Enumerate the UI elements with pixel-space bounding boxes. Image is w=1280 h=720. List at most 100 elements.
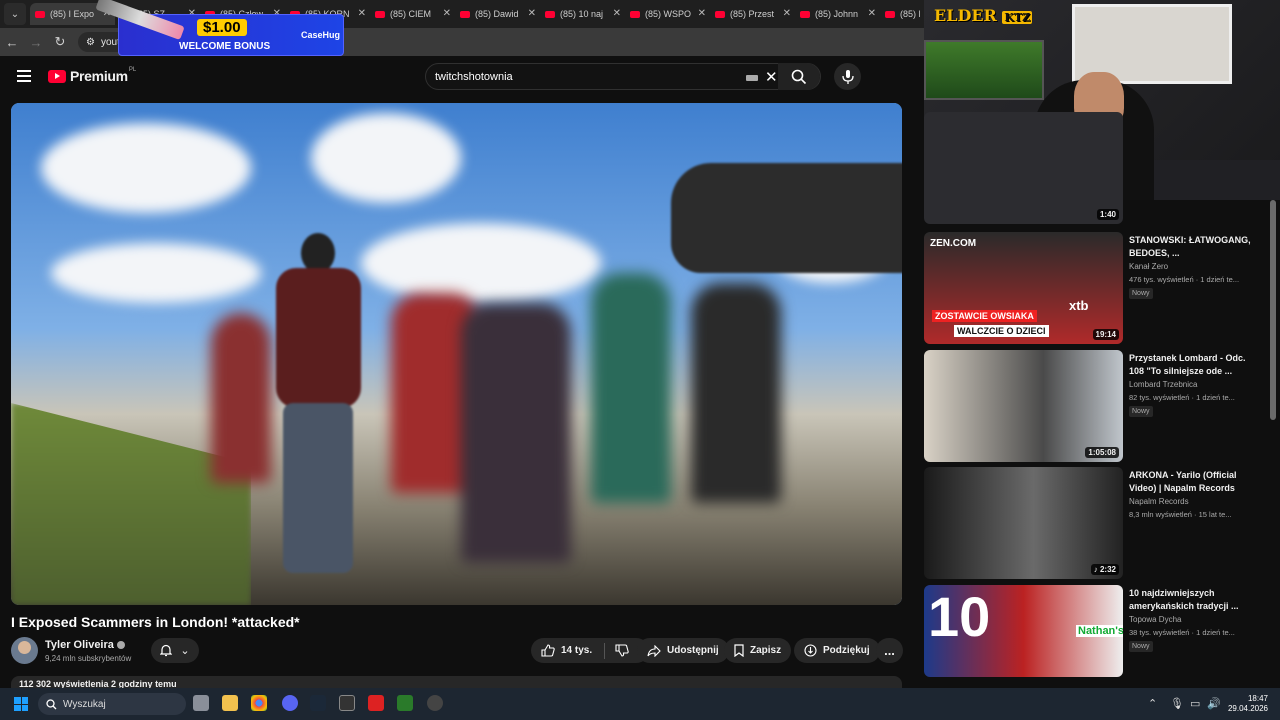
youtube-logo[interactable]: Premium PL: [48, 67, 136, 84]
video-thumbnail[interactable]: ZEN.COM xtb ZOSTAWCIE OWSIAKA WALCZCIE O…: [924, 232, 1123, 344]
video-thumbnail[interactable]: 1:05:08: [924, 350, 1123, 462]
clear-search-icon[interactable]: ✕: [765, 68, 778, 86]
channel-name[interactable]: Tyler Oliveira: [45, 639, 125, 651]
save-button[interactable]: Zapisz: [724, 638, 792, 663]
system-clock[interactable]: 18:47 29.04.2026: [1226, 694, 1268, 714]
voice-search-button[interactable]: [834, 63, 861, 90]
mic-icon[interactable]: 🎙: [1170, 697, 1184, 710]
thumbs-down-icon[interactable]: [615, 644, 629, 657]
notifications-button[interactable]: ⌄: [151, 638, 199, 663]
more-actions-button[interactable]: ...: [876, 638, 903, 663]
search-box[interactable]: twitchshotownia ✕: [425, 63, 821, 90]
recommendation-channel[interactable]: Napalm Records: [1129, 497, 1189, 506]
logo-text: ELDER: [934, 6, 997, 25]
main-subject: [261, 233, 371, 603]
like-button[interactable]: 14 tys.: [541, 644, 592, 657]
close-tab-icon[interactable]: ✕: [613, 8, 621, 19]
stream-ad-overlay: $1.00 WELCOME BONUS CaseHug: [95, 0, 344, 56]
chevron-up-icon[interactable]: ⌃: [1148, 697, 1157, 710]
video-player[interactable]: [11, 103, 902, 605]
tab-search-button[interactable]: ⌄: [4, 3, 26, 25]
display-icon[interactable]: ▭: [1190, 697, 1200, 710]
video-thumbnail[interactable]: 1:40: [924, 112, 1123, 224]
search-icon: [46, 698, 57, 709]
reload-icon[interactable]: ↻: [48, 34, 72, 50]
recommendation-meta: 38 tys. wyświetleń · 1 dzień te...: [1129, 628, 1235, 637]
aquarium: [924, 40, 1044, 100]
duration-badge: 19:14: [1092, 329, 1119, 340]
like-dislike-group: 14 tys.: [531, 638, 649, 663]
youtube-favicon-icon: [715, 10, 725, 18]
thumbs-up-icon: [541, 644, 555, 657]
recommendation-item[interactable]: ZEN.COM xtb ZOSTAWCIE OWSIAKA WALCZCIE O…: [924, 232, 1280, 344]
file-explorer-icon[interactable]: [222, 695, 238, 711]
tab-9[interactable]: (85) Johnn ✕: [795, 3, 880, 25]
taskbar-search[interactable]: Wyszukaj: [38, 693, 186, 715]
recommendation-title[interactable]: STANOWSKI: ŁATWOGANG, BEDOES, ...: [1129, 234, 1254, 260]
close-tab-icon[interactable]: ✕: [783, 8, 791, 19]
close-tab-icon[interactable]: ✕: [358, 8, 366, 19]
chrome-icon[interactable]: [251, 695, 267, 711]
tab-4[interactable]: (85) CIEM ✕: [370, 3, 455, 25]
tab-10[interactable]: (85) M: [880, 3, 920, 25]
close-tab-icon[interactable]: ✕: [528, 8, 536, 19]
recommendation-channel[interactable]: Kanał Zero: [1129, 262, 1168, 271]
app-icon[interactable]: [339, 695, 355, 711]
recommendation-title[interactable]: ARKONA - Yarilo (Official Video) | Napal…: [1129, 469, 1254, 495]
tab-6[interactable]: (85) 10 naj ✕: [540, 3, 625, 25]
obs-icon[interactable]: [427, 695, 443, 711]
youtube-favicon-icon: [375, 10, 385, 18]
thanks-icon: [804, 644, 817, 657]
menu-icon[interactable]: [17, 70, 31, 85]
cloud: [361, 223, 601, 303]
site-info-icon[interactable]: ⚙: [86, 37, 95, 48]
app-icon[interactable]: [397, 695, 413, 711]
thanks-button[interactable]: Podziękuj: [794, 638, 880, 663]
crowd-person: [591, 273, 671, 503]
share-button[interactable]: Udostępnij: [637, 638, 729, 663]
video-thumbnail[interactable]: ♪ 2:32: [924, 467, 1123, 579]
tab-label: (85) M: [900, 9, 920, 19]
task-view-icon[interactable]: [193, 695, 209, 711]
youtube-favicon-icon: [545, 10, 555, 18]
search-input[interactable]: twitchshotownia: [435, 71, 513, 83]
streamer-logo: ELDER KTZ: [934, 6, 1033, 25]
recommendation-title[interactable]: 10 najdziwniejszych amerykańskich tradyc…: [1129, 587, 1254, 613]
app-icon[interactable]: [368, 695, 384, 711]
steam-icon[interactable]: [310, 695, 326, 711]
thumb-logo: ZEN.COM: [930, 238, 977, 249]
close-tab-icon[interactable]: ✕: [443, 8, 451, 19]
crowd-person: [461, 303, 571, 563]
search-button[interactable]: [778, 63, 820, 90]
back-icon[interactable]: ←: [0, 35, 24, 50]
forward-icon[interactable]: →: [24, 35, 48, 50]
keyboard-icon[interactable]: [746, 75, 758, 81]
duration-badge: 1:40: [1096, 209, 1119, 220]
crowd-person: [691, 283, 781, 503]
channel-avatar[interactable]: [11, 637, 38, 664]
close-tab-icon[interactable]: ✕: [868, 8, 876, 19]
duration-badge: 1:05:08: [1085, 447, 1119, 458]
recommendation-title[interactable]: Przystanek Lombard - Odc. 108 "To silnie…: [1129, 352, 1254, 378]
video-thumbnail[interactable]: 10 Nathan's: [924, 585, 1123, 677]
tab-5[interactable]: (85) Dawid ✕: [455, 3, 540, 25]
discord-icon[interactable]: [282, 695, 298, 711]
close-tab-icon[interactable]: ✕: [698, 8, 706, 19]
recommendation-channel[interactable]: Topowa Dycha: [1129, 615, 1181, 624]
recommendation-item[interactable]: 1:05:08 Przystanek Lombard - Odc. 108 "T…: [924, 350, 1280, 462]
recommendation-item[interactable]: 10 Nathan's 10 najdziwniejszych amerykań…: [924, 585, 1280, 688]
windows-start-icon[interactable]: [14, 697, 28, 711]
thumb-caption: WALCZCIE O DZIECI: [954, 325, 1049, 337]
cloud: [311, 113, 461, 203]
tab-8[interactable]: (85) Przest ✕: [710, 3, 795, 25]
verified-icon: [116, 641, 125, 650]
tab-label: (85) Johnn: [815, 9, 859, 19]
recommendation-channel[interactable]: Lombard Trzebnica: [1129, 380, 1197, 389]
volume-icon[interactable]: 🔊: [1207, 697, 1221, 710]
tab-7[interactable]: (85) WSPO ✕: [625, 3, 710, 25]
youtube-play-icon: [48, 69, 66, 83]
video-title: I Exposed Scammers in London! *attacked*: [11, 614, 300, 630]
mic-icon: [841, 69, 854, 84]
recommendation-item[interactable]: ♪ 2:32 ARKONA - Yarilo (Official Video) …: [924, 467, 1280, 579]
recommendation-item[interactable]: 1:40: [924, 112, 1280, 224]
